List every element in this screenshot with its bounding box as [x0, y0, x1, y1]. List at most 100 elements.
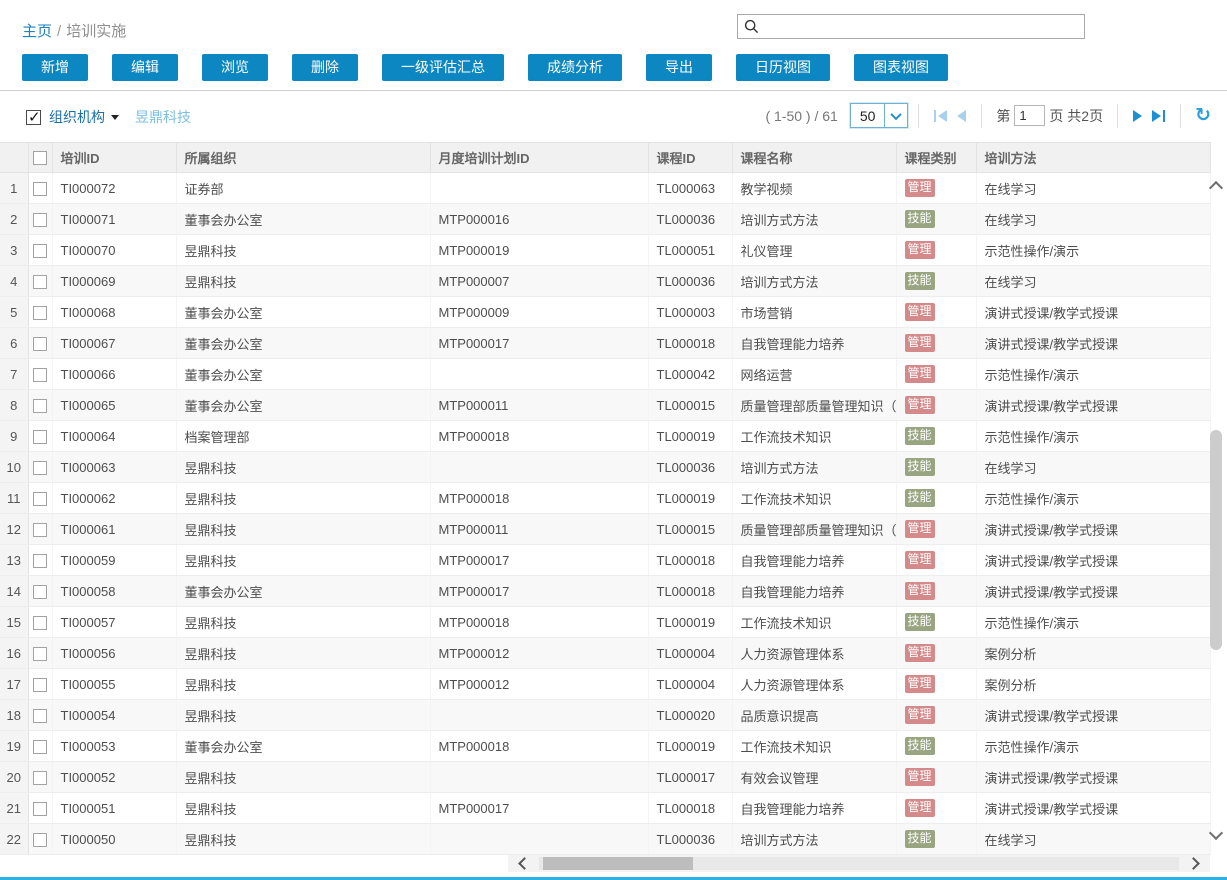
selected-org-link[interactable]: 昱鼎科技 [135, 107, 191, 127]
cell-course-id: TL000020 [648, 700, 732, 731]
row-checkbox[interactable] [33, 709, 47, 723]
edit-button[interactable]: 编辑 [112, 54, 178, 81]
delete-button[interactable]: 删除 [292, 54, 358, 81]
page-number-input[interactable] [1014, 105, 1045, 126]
cell-course-id: TL000063 [648, 173, 732, 204]
row-number-header [0, 143, 28, 173]
row-checkbox[interactable] [33, 554, 47, 568]
horizontal-scrollbar-thumb[interactable] [543, 857, 693, 870]
table-row[interactable]: 15 TI000057 昱鼎科技 MTP000018 TL000019 工作流技… [0, 607, 1210, 638]
view-button[interactable]: 浏览 [202, 54, 268, 81]
breadcrumb-separator: / [57, 23, 61, 40]
scroll-left-icon[interactable] [518, 857, 531, 870]
row-checkbox[interactable] [33, 740, 47, 754]
table-row[interactable]: 22 TI000050 昱鼎科技 TL000036 培训方式方法 技能 在线学习 [0, 824, 1210, 855]
row-checkbox[interactable] [33, 182, 47, 196]
first-page-button[interactable] [934, 110, 947, 122]
row-checkbox[interactable] [33, 244, 47, 258]
col-header-training-method[interactable]: 培训方法 [976, 143, 1210, 173]
table-row[interactable]: 3 TI000070 昱鼎科技 MTP000019 TL000051 礼仪管理 … [0, 235, 1210, 266]
row-checkbox[interactable] [33, 368, 47, 382]
cell-monthly-plan-id [430, 762, 648, 793]
row-checkbox[interactable] [33, 833, 47, 847]
row-checkbox[interactable] [33, 523, 47, 537]
table-row[interactable]: 5 TI000068 董事会办公室 MTP000009 TL000003 市场营… [0, 297, 1210, 328]
table-row[interactable]: 9 TI000064 档案管理部 MTP000018 TL000019 工作流技… [0, 421, 1210, 452]
table-row[interactable]: 21 TI000051 昱鼎科技 MTP000017 TL000018 自我管理… [0, 793, 1210, 824]
table-row[interactable]: 19 TI000053 董事会办公室 MTP000018 TL000019 工作… [0, 731, 1210, 762]
export-button[interactable]: 导出 [646, 54, 712, 81]
refresh-icon[interactable]: ↻ [1195, 104, 1211, 127]
row-checkbox-cell [28, 824, 52, 855]
table-row[interactable]: 17 TI000055 昱鼎科技 MTP000012 TL000004 人力资源… [0, 669, 1210, 700]
table-row[interactable]: 7 TI000066 董事会办公室 TL000042 网络运营 管理 示范性操作… [0, 359, 1210, 390]
table-row[interactable]: 16 TI000056 昱鼎科技 MTP000012 TL000004 人力资源… [0, 638, 1210, 669]
last-page-button[interactable] [1152, 110, 1165, 122]
breadcrumb-home-link[interactable]: 主页 [22, 23, 52, 40]
page-size-select[interactable]: 50 [850, 103, 909, 128]
col-header-course-name[interactable]: 课程名称 [732, 143, 896, 173]
cell-organization: 昱鼎科技 [176, 638, 430, 669]
row-checkbox[interactable] [33, 430, 47, 444]
org-filter-checkbox[interactable] [26, 110, 41, 125]
row-checkbox[interactable] [33, 275, 47, 289]
chart-view-button[interactable]: 图表视图 [854, 54, 948, 81]
row-checkbox-cell [28, 390, 52, 421]
row-checkbox[interactable] [33, 461, 47, 475]
cell-course-name: 质量管理部质量管理知识（二） [732, 390, 896, 421]
row-checkbox[interactable] [33, 213, 47, 227]
table-row[interactable]: 1 TI000072 证券部 TL000063 教学视频 管理 在线学习 [0, 173, 1210, 204]
row-checkbox-cell [28, 173, 52, 204]
row-checkbox[interactable] [33, 585, 47, 599]
cell-course-id: TL000036 [648, 266, 732, 297]
col-header-course-id[interactable]: 课程ID [648, 143, 732, 173]
vertical-scrollbar-thumb[interactable] [1210, 430, 1222, 650]
table-row[interactable]: 11 TI000062 昱鼎科技 MTP000018 TL000019 工作流技… [0, 483, 1210, 514]
add-button[interactable]: 新增 [22, 54, 88, 81]
caret-down-icon[interactable] [111, 115, 119, 124]
table-row[interactable]: 4 TI000069 昱鼎科技 MTP000007 TL000036 培训方式方… [0, 266, 1210, 297]
cell-course-id: TL000018 [648, 576, 732, 607]
row-checkbox[interactable] [33, 771, 47, 785]
table-row[interactable]: 18 TI000054 昱鼎科技 TL000020 品质意识提高 管理 演讲式授… [0, 700, 1210, 731]
row-checkbox[interactable] [33, 678, 47, 692]
score-analysis-button[interactable]: 成绩分析 [528, 54, 622, 81]
select-all-checkbox[interactable] [33, 151, 47, 165]
row-number: 3 [0, 235, 28, 266]
col-header-training-id[interactable]: 培训ID [52, 143, 176, 173]
col-header-monthly-plan-id[interactable]: 月度培训计划ID [430, 143, 648, 173]
table-row[interactable]: 2 TI000071 董事会办公室 MTP000016 TL000036 培训方… [0, 204, 1210, 235]
table-row[interactable]: 8 TI000065 董事会办公室 MTP000011 TL000015 质量管… [0, 390, 1210, 421]
search-input[interactable] [764, 16, 1084, 37]
next-page-button[interactable] [1133, 110, 1142, 122]
col-header-course-category[interactable]: 课程类别 [896, 143, 976, 173]
scroll-right-icon[interactable] [1187, 857, 1200, 870]
cell-training-method: 示范性操作/演示 [976, 731, 1210, 762]
scroll-up-icon[interactable] [1209, 181, 1223, 195]
level1-eval-summary-button[interactable]: 一级评估汇总 [382, 54, 504, 81]
row-checkbox[interactable] [33, 337, 47, 351]
cell-training-id: TI000057 [52, 607, 176, 638]
table-row[interactable]: 13 TI000059 昱鼎科技 MTP000017 TL000018 自我管理… [0, 545, 1210, 576]
table-row[interactable]: 14 TI000058 董事会办公室 MTP000017 TL000018 自我… [0, 576, 1210, 607]
row-checkbox-cell [28, 328, 52, 359]
table-row[interactable]: 6 TI000067 董事会办公室 MTP000017 TL000018 自我管… [0, 328, 1210, 359]
table-row[interactable]: 12 TI000061 昱鼎科技 MTP000011 TL000015 质量管理… [0, 514, 1210, 545]
table-row[interactable]: 20 TI000052 昱鼎科技 TL000017 有效会议管理 管理 演讲式授… [0, 762, 1210, 793]
table-row[interactable]: 10 TI000063 昱鼎科技 TL000036 培训方式方法 技能 在线学习 [0, 452, 1210, 483]
row-checkbox-cell [28, 731, 52, 762]
row-checkbox[interactable] [33, 802, 47, 816]
horizontal-scrollbar-track[interactable] [539, 857, 1179, 870]
row-checkbox[interactable] [33, 306, 47, 320]
row-checkbox[interactable] [33, 399, 47, 413]
row-checkbox[interactable] [33, 616, 47, 630]
cell-training-method: 在线学习 [976, 824, 1210, 855]
row-checkbox-cell [28, 638, 52, 669]
prev-page-button[interactable] [957, 110, 966, 122]
category-badge: 技能 [905, 613, 935, 631]
scroll-down-icon[interactable] [1209, 826, 1223, 840]
row-checkbox[interactable] [33, 647, 47, 661]
calendar-view-button[interactable]: 日历视图 [736, 54, 830, 81]
row-checkbox[interactable] [33, 492, 47, 506]
col-header-organization[interactable]: 所属组织 [176, 143, 430, 173]
